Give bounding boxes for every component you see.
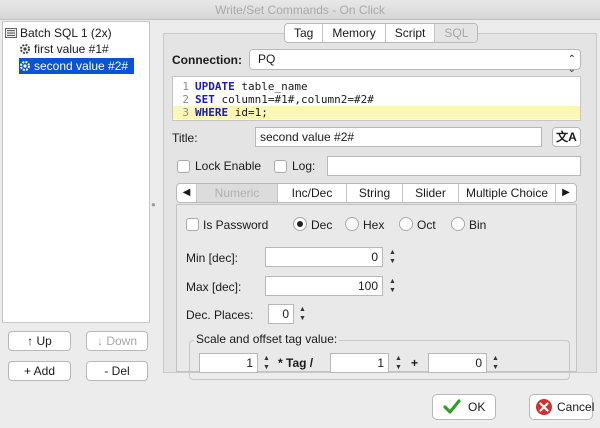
tree-root-label: Batch SQL 1 (2x) xyxy=(20,26,112,40)
sql-editor[interactable]: 1 UPDATE table_name 2 SET column1=#1#,colu… xyxy=(172,76,581,121)
sql-text: column1=#1#,column2=#2# xyxy=(214,93,374,106)
dec-places-label: Dec. Places: xyxy=(186,308,254,322)
radio-oct-label: Oct xyxy=(417,218,436,232)
radio-bin-label: Bin xyxy=(469,218,487,232)
log-label: Log: xyxy=(292,159,316,173)
scale-divisor-input[interactable]: 1 xyxy=(330,353,389,373)
tree-root[interactable]: Batch SQL 1 (2x) xyxy=(5,25,112,41)
tab-numeric[interactable]: Numeric xyxy=(197,184,278,202)
write-set-commands-window: Write/Set Commands - On Click Batch SQL … xyxy=(0,0,600,428)
log-checkbox[interactable] xyxy=(274,160,287,173)
window-title: Write/Set Commands - On Click xyxy=(0,0,600,20)
gear-icon xyxy=(20,44,30,54)
title-input[interactable]: second value #2# xyxy=(255,127,542,147)
sql-line: 1 UPDATE table_name xyxy=(173,80,580,93)
tab-multiple-choice[interactable]: Multiple Choice xyxy=(459,184,556,202)
radio-hex-label: Hex xyxy=(363,218,385,232)
tab-memory[interactable]: Memory xyxy=(323,24,386,42)
scale-offset-label: Scale and offset tag value: xyxy=(194,332,340,346)
tab-tag[interactable]: Tag xyxy=(285,24,324,42)
connection-label: Connection: xyxy=(172,53,242,67)
lock-enable-label: Lock Enable xyxy=(195,159,262,173)
offset-spinner[interactable]: ▲ ▼ xyxy=(491,354,500,372)
translate-icon: 文A xyxy=(556,130,577,144)
min-spinner[interactable]: ▲ ▼ xyxy=(388,248,397,266)
radio-dec-label: Dec xyxy=(311,218,333,232)
sql-line-current: 3 WHERE id=1; xyxy=(173,106,580,119)
is-password-label: Is Password xyxy=(203,218,269,232)
sql-keyword: SET xyxy=(195,93,215,106)
move-down-button[interactable]: ↓ Down xyxy=(86,331,148,351)
is-password-checkbox[interactable] xyxy=(186,218,199,231)
tree-item-first-value[interactable]: first value #1# xyxy=(19,41,109,57)
dialog-footer xyxy=(0,384,600,428)
splitter-handle[interactable]: ● xyxy=(151,200,156,209)
max-input[interactable]: 100 xyxy=(265,276,383,296)
ok-label: OK xyxy=(468,400,486,414)
sql-keyword: WHERE xyxy=(195,106,229,119)
offset-operator: + xyxy=(411,356,419,370)
connection-value: PQ xyxy=(258,52,276,66)
min-label: Min [dec]: xyxy=(186,251,239,265)
line-number: 3 xyxy=(182,106,189,119)
offset-input[interactable]: 0 xyxy=(428,353,487,373)
cancel-label: Cancel xyxy=(557,400,595,414)
move-up-button[interactable]: ↑ Up xyxy=(8,331,71,351)
tab-inc-dec[interactable]: Inc/Dec xyxy=(278,184,347,202)
value-type-tabs: ◀ Numeric Inc/Dec String Slider Multiple… xyxy=(176,183,577,203)
radio-dec[interactable] xyxy=(293,217,307,231)
max-spinner[interactable]: ▲ ▼ xyxy=(388,277,397,295)
radio-bin[interactable] xyxy=(451,217,465,231)
tab-script[interactable]: Script xyxy=(386,24,436,42)
lock-enable-checkbox[interactable] xyxy=(177,160,190,173)
command-tree: Batch SQL 1 (2x) first value #1# second … xyxy=(2,21,150,323)
tab-sql[interactable]: SQL xyxy=(435,24,478,42)
cancel-icon xyxy=(536,399,552,415)
scale-factor-spinner[interactable]: ▲ ▼ xyxy=(262,354,271,372)
max-label: Max [dec]: xyxy=(186,280,242,294)
command-type-tabs: Tag Memory Script SQL xyxy=(284,23,479,43)
sql-keyword: UPDATE xyxy=(195,80,235,93)
sql-line: 2 SET column1=#1#,column2=#2# xyxy=(173,93,580,106)
sql-text: table_name xyxy=(234,80,308,93)
add-button[interactable]: + Add xyxy=(8,361,71,381)
radio-oct[interactable] xyxy=(399,217,413,231)
translate-button[interactable]: 文A xyxy=(552,127,581,147)
delete-button[interactable]: - Del xyxy=(86,361,148,381)
batch-sql-icon xyxy=(5,28,17,38)
scale-factor-input[interactable]: 1 xyxy=(199,353,258,373)
tree-item-label: second value #2# xyxy=(34,59,129,73)
tree-item-second-value[interactable]: second value #2# xyxy=(19,58,135,74)
sql-text: id=1; xyxy=(228,106,268,119)
tabs-scroll-right[interactable]: ▶ xyxy=(556,184,576,202)
log-input[interactable] xyxy=(327,156,581,176)
dec-places-spinner[interactable]: ▲ ▼ xyxy=(298,305,307,323)
gear-icon xyxy=(20,61,30,71)
line-number: 1 xyxy=(182,80,189,93)
ok-button[interactable]: OK xyxy=(432,394,496,420)
min-input[interactable]: 0 xyxy=(265,247,383,267)
cancel-button[interactable]: Cancel xyxy=(529,394,595,420)
dec-places-input[interactable]: 0 xyxy=(268,304,294,324)
radio-hex[interactable] xyxy=(345,217,359,231)
line-number: 2 xyxy=(182,93,189,106)
checkmark-icon xyxy=(443,399,461,414)
scale-operator-tag: * Tag / xyxy=(278,356,314,370)
title-label: Title: xyxy=(172,131,198,145)
tabs-scroll-left[interactable]: ◀ xyxy=(177,184,197,202)
tree-item-label: first value #1# xyxy=(34,42,109,56)
connection-select[interactable]: PQ ⌃ ⌄ xyxy=(249,49,581,75)
tab-slider[interactable]: Slider xyxy=(403,184,459,202)
scale-divisor-spinner[interactable]: ▲ ▼ xyxy=(394,354,403,372)
tab-string[interactable]: String xyxy=(347,184,403,202)
